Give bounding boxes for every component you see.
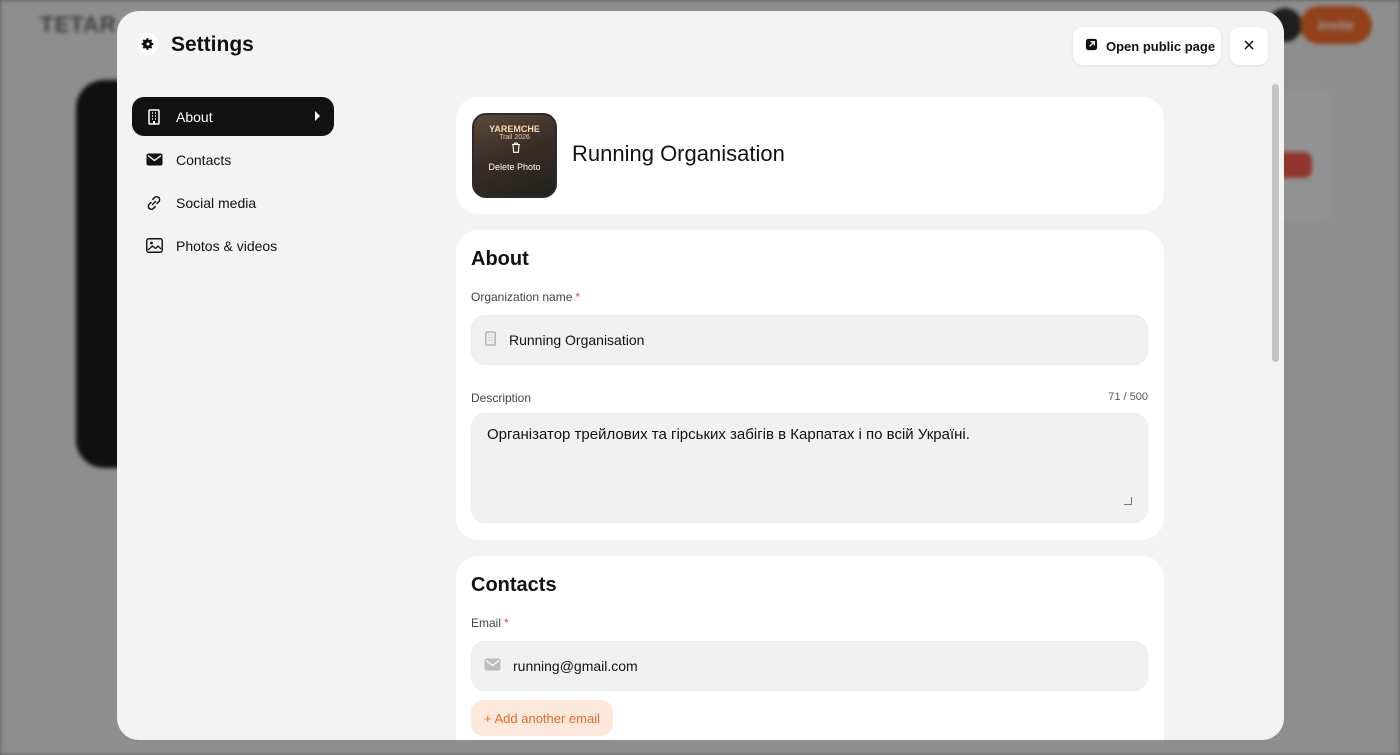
photo-subtitle: Trail 2026 <box>499 134 530 141</box>
delete-photo-button[interactable]: Delete Photo <box>474 162 555 172</box>
email-label: Email * <box>471 616 509 630</box>
contacts-heading: Contacts <box>471 574 557 596</box>
link-icon <box>145 194 163 212</box>
organization-name-label: Organization name * <box>471 290 581 304</box>
photo-title: YAREMCHE <box>489 124 540 134</box>
close-button[interactable] <box>1230 27 1268 65</box>
resize-handle[interactable] <box>1124 497 1132 505</box>
mail-icon <box>145 151 163 169</box>
nav-item-label: Photos & videos <box>176 237 278 254</box>
external-page-icon <box>1085 38 1098 54</box>
contacts-section: Contacts Email * running@gmail.com + Add … <box>456 556 1164 740</box>
building-icon <box>484 331 497 349</box>
description-counter: 71 / 500 <box>1108 391 1148 403</box>
required-marker: * <box>504 616 509 630</box>
nav-item-social-media[interactable]: Social media <box>132 183 334 222</box>
description-textarea[interactable]: Організатор трейлових та гірських забігі… <box>471 413 1148 523</box>
open-public-page-label: Open public page <box>1106 38 1216 54</box>
description-label: Description <box>471 391 532 405</box>
image-icon <box>145 237 163 255</box>
nav-item-label: Social media <box>176 194 257 211</box>
nav-item-label: About <box>176 108 213 125</box>
nav-item-contacts[interactable]: Contacts <box>132 140 334 179</box>
organization-name-value: Running Organisation <box>509 332 645 348</box>
email-value: running@gmail.com <box>513 658 638 674</box>
nav-item-label: Contacts <box>176 151 232 168</box>
modal-header: Settings Open public page <box>117 11 1284 81</box>
add-another-email-button[interactable]: + Add another email <box>471 700 613 736</box>
scrollbar[interactable] <box>1272 84 1279 362</box>
about-heading: About <box>471 248 529 270</box>
building-icon <box>145 108 163 126</box>
settings-modal: Settings Open public page About Contacts… <box>117 11 1284 740</box>
organization-card: YAREMCHE Trail 2026 Delete Photo Running… <box>456 97 1164 214</box>
close-icon <box>1244 37 1254 55</box>
email-field[interactable]: running@gmail.com <box>471 641 1148 691</box>
required-marker: * <box>575 290 581 304</box>
modal-title: Settings <box>171 33 254 56</box>
mail-icon <box>484 658 501 674</box>
about-section: About Organization name * Running Organis… <box>456 230 1164 540</box>
open-public-page-button[interactable]: Open public page <box>1073 27 1221 65</box>
trash-icon <box>512 142 520 153</box>
nav-item-photos-videos[interactable]: Photos & videos <box>132 226 334 265</box>
settings-nav: About Contacts Social media Photos & vid… <box>132 97 334 269</box>
chevron-right-icon <box>315 111 320 121</box>
organization-photo[interactable]: YAREMCHE Trail 2026 Delete Photo <box>472 113 557 198</box>
organization-name-field[interactable]: Running Organisation <box>471 315 1148 365</box>
gear-icon <box>137 33 159 55</box>
organization-name-display: Running Organisation <box>572 141 785 166</box>
nav-item-about[interactable]: About <box>132 97 334 136</box>
description-value: Організатор трейлових та гірських забігі… <box>487 426 970 443</box>
